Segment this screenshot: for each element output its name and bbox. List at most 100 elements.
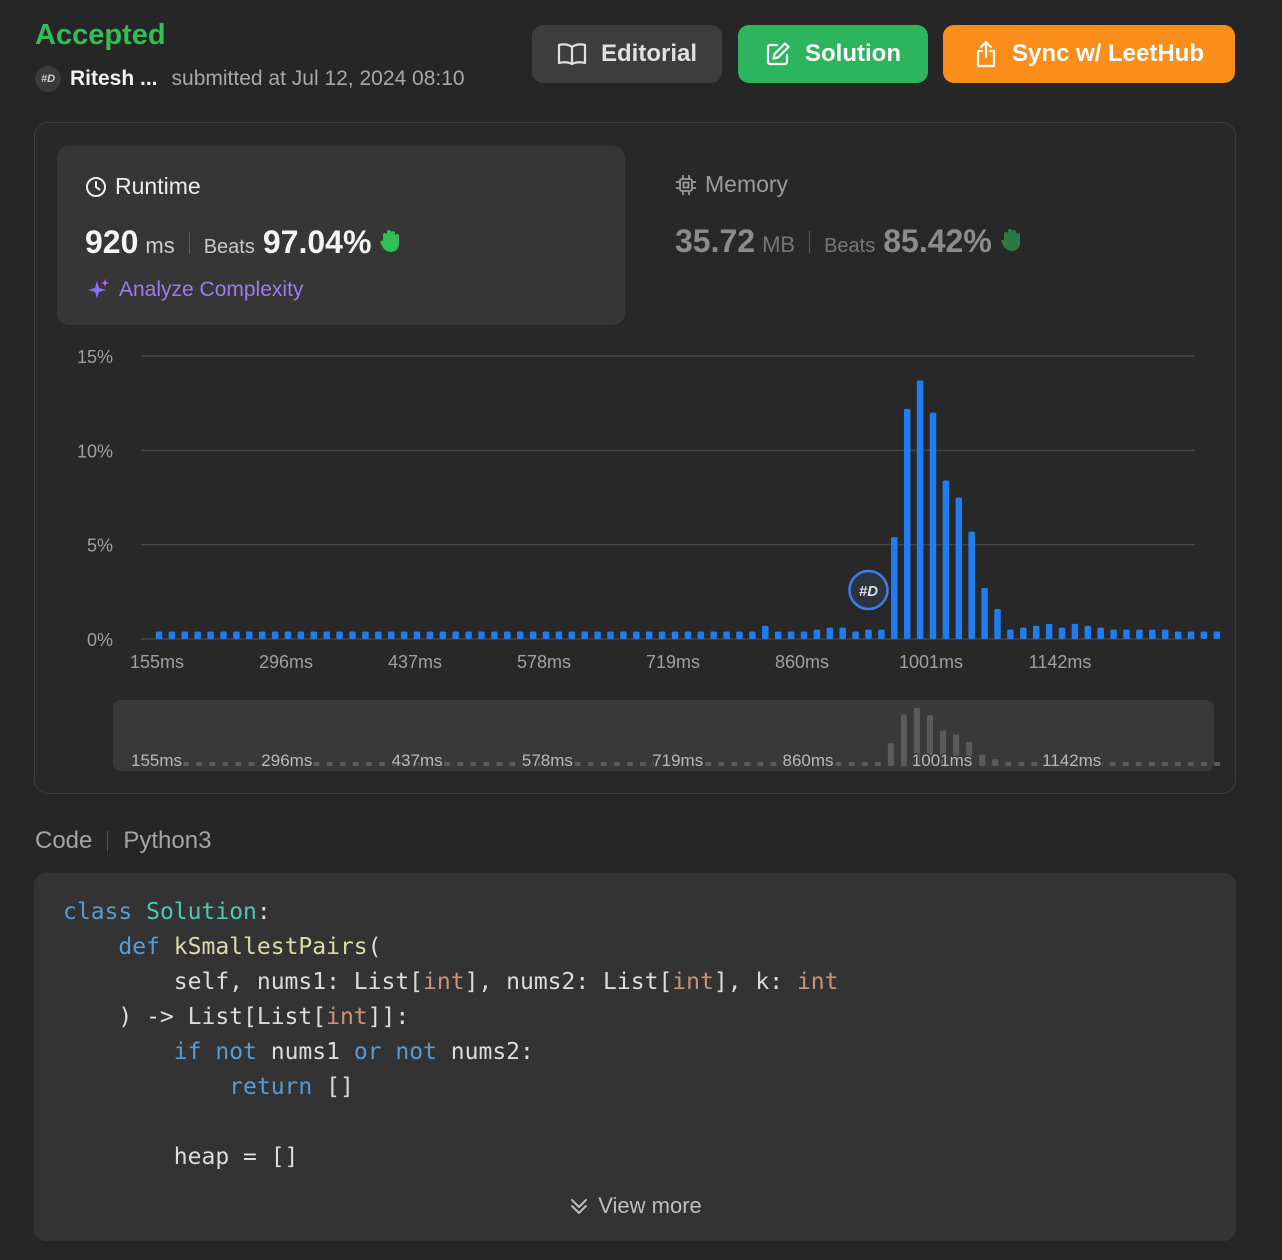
chart-bar[interactable]	[594, 631, 601, 639]
chart-bar[interactable]	[774, 631, 782, 639]
chart-bar[interactable]	[1174, 631, 1182, 639]
chart-bar[interactable]	[723, 631, 730, 639]
chart-bar[interactable]	[645, 631, 653, 639]
chart-bar[interactable]	[736, 631, 743, 639]
chart-bar[interactable]	[800, 631, 808, 639]
chart-bar[interactable]	[1136, 629, 1143, 639]
chart-bar[interactable]	[852, 631, 859, 639]
sync-leethub-button[interactable]: Sync w/ LeetHub	[943, 25, 1235, 83]
chart-bar[interactable]	[555, 631, 563, 639]
chart-bar[interactable]	[1045, 623, 1053, 639]
chart-bar[interactable]	[452, 631, 459, 639]
chart-bar[interactable]	[349, 631, 356, 639]
chart-bar[interactable]	[1187, 631, 1195, 639]
chart-bar[interactable]	[607, 631, 614, 639]
brush-bar	[731, 762, 738, 766]
chart-bar[interactable]	[297, 631, 305, 639]
chart-bar[interactable]	[749, 631, 756, 639]
view-more-button[interactable]: View more	[34, 1193, 1236, 1219]
avatar[interactable]: #D	[35, 66, 61, 92]
chart-bar[interactable]	[684, 631, 692, 639]
chart-bar[interactable]	[387, 631, 395, 639]
chart-bar[interactable]	[181, 631, 189, 639]
chart-bar[interactable]	[1149, 629, 1156, 639]
brush-bar	[887, 743, 894, 766]
chart-bar[interactable]	[1084, 625, 1092, 639]
runtime-distribution-chart[interactable]: 0% 5% 10% 15% 155ms 296ms 437ms 578ms 719ms 860ms…	[35, 123, 1235, 793]
chart-bar[interactable]	[955, 497, 963, 640]
chart-bar[interactable]	[284, 631, 292, 639]
chart-bar[interactable]	[826, 627, 834, 639]
view-more-label: View more	[598, 1193, 702, 1218]
chart-bar[interactable]	[194, 631, 201, 639]
brush-bar	[1109, 762, 1116, 766]
chart-bar[interactable]	[271, 631, 279, 639]
chart-bar[interactable]	[697, 631, 705, 639]
chart-bar[interactable]	[220, 631, 227, 639]
code-label: Code	[35, 827, 93, 854]
chart-bar[interactable]	[1020, 627, 1027, 639]
chart-bar[interactable]	[1097, 627, 1104, 639]
brush-bar	[574, 762, 581, 766]
solution-button[interactable]: Solution	[738, 25, 928, 83]
chart-bar[interactable]	[529, 631, 537, 639]
chart-bar[interactable]	[491, 631, 498, 639]
chart-bar[interactable]	[465, 631, 472, 639]
chart-bar[interactable]	[671, 631, 679, 639]
chart-bar[interactable]	[1007, 629, 1014, 639]
chart-bar[interactable]	[362, 631, 369, 639]
chart-bar[interactable]	[620, 631, 627, 639]
chart-bar[interactable]	[258, 631, 266, 639]
chart-bar[interactable]	[658, 631, 666, 639]
chart-bar[interactable]	[994, 608, 1001, 639]
chart-bar[interactable]	[233, 631, 240, 639]
chart-bar[interactable]	[1123, 629, 1130, 639]
chart-bar[interactable]	[878, 629, 885, 639]
chart-bar[interactable]	[981, 588, 988, 639]
chart-bar[interactable]	[413, 631, 421, 639]
chart-bar[interactable]	[1110, 629, 1117, 639]
chart-bar[interactable]	[762, 625, 769, 639]
chart-bar[interactable]	[1161, 629, 1169, 639]
chart-bar[interactable]	[942, 480, 950, 639]
chart-bar[interactable]	[516, 631, 524, 639]
brush-bar	[248, 762, 255, 766]
chart-bar[interactable]	[439, 631, 447, 639]
chart-bar[interactable]	[504, 631, 511, 639]
chart-bar[interactable]	[916, 380, 924, 639]
chart-bar[interactable]	[375, 631, 382, 639]
y-tick-label: 5%	[87, 536, 113, 556]
chart-bar[interactable]	[400, 631, 408, 639]
chart-bar[interactable]	[207, 631, 214, 639]
chart-bar[interactable]	[891, 537, 898, 639]
chart-bar[interactable]	[813, 629, 821, 639]
chart-bar[interactable]	[968, 531, 975, 639]
user-name[interactable]: Ritesh ...	[70, 67, 158, 91]
chart-bar[interactable]	[1058, 627, 1066, 639]
chart-bar[interactable]	[168, 631, 176, 639]
chart-bar[interactable]	[323, 631, 330, 639]
chart-bar[interactable]	[478, 631, 485, 639]
chart-bar[interactable]	[310, 631, 318, 639]
chart-bar[interactable]	[246, 631, 253, 639]
chart-bar[interactable]	[426, 631, 434, 639]
chart-bar[interactable]	[581, 631, 588, 639]
chart-bar[interactable]	[929, 412, 937, 639]
chart-bar[interactable]	[787, 631, 795, 639]
chart-bar[interactable]	[1032, 625, 1040, 639]
chart-bar[interactable]	[903, 408, 911, 639]
code-block[interactable]: class Solution: def kSmallestPairs( self…	[63, 895, 838, 1175]
chart-bar[interactable]	[336, 631, 343, 639]
chart-bar[interactable]	[568, 631, 576, 639]
chart-bar[interactable]	[155, 631, 163, 639]
chart-bar[interactable]	[542, 631, 550, 639]
edit-icon	[766, 42, 790, 66]
chart-bar[interactable]	[1213, 631, 1221, 639]
chart-bar[interactable]	[1071, 623, 1079, 639]
chart-bar[interactable]	[865, 629, 872, 639]
chart-bar[interactable]	[839, 627, 846, 639]
chart-bar[interactable]	[710, 631, 717, 639]
chart-bar[interactable]	[633, 631, 640, 639]
editorial-button[interactable]: Editorial	[532, 25, 722, 83]
chart-bar[interactable]	[1200, 631, 1208, 639]
